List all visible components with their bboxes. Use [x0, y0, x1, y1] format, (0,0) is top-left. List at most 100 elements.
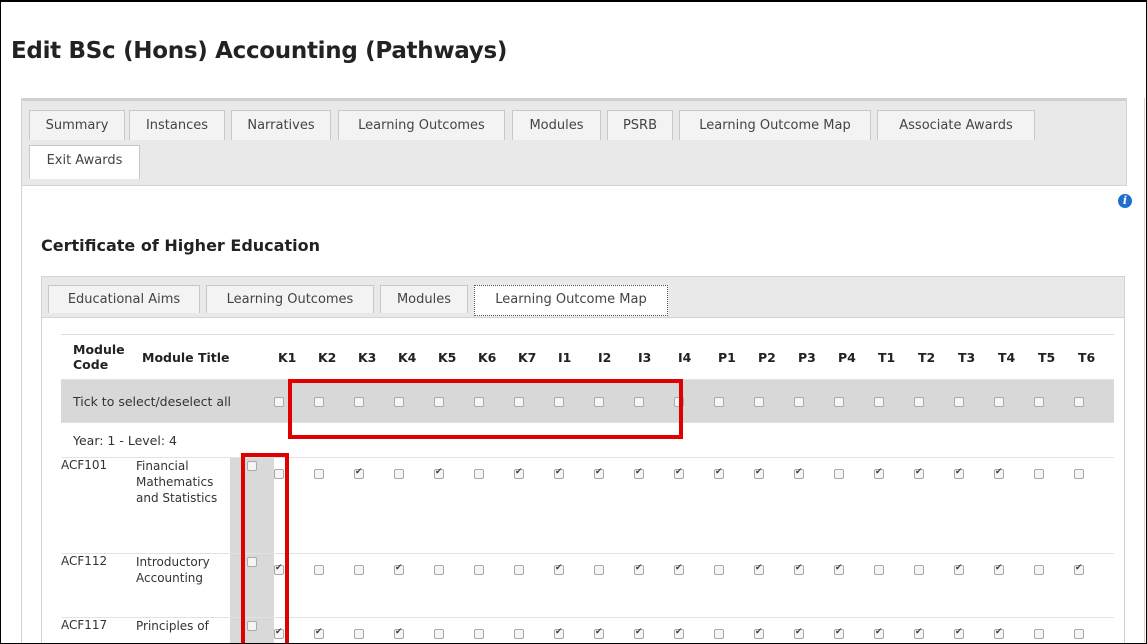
outcome-checkbox-k6[interactable]	[474, 629, 484, 639]
outcome-checkbox-t6[interactable]	[1074, 565, 1084, 575]
select-all-checkbox-p3[interactable]	[794, 397, 804, 407]
outcome-checkbox-i4[interactable]	[674, 629, 684, 639]
outcome-checkbox-p2[interactable]	[754, 629, 764, 639]
select-all-checkbox-p4[interactable]	[834, 397, 844, 407]
select-all-checkbox-p2[interactable]	[754, 397, 764, 407]
inner-tab-learning-outcomes[interactable]: Learning Outcomes	[206, 285, 374, 313]
outcome-checkbox-p1[interactable]	[714, 469, 724, 479]
outcome-checkbox-p4[interactable]	[834, 629, 844, 639]
select-all-checkbox-k7[interactable]	[514, 397, 524, 407]
tab-exit-awards[interactable]: Exit Awards	[29, 145, 140, 179]
row-select-checkbox[interactable]	[247, 621, 257, 631]
outcome-checkbox-k5[interactable]	[434, 565, 444, 575]
outcome-checkbox-i3[interactable]	[634, 469, 644, 479]
outcome-checkbox-t5[interactable]	[1034, 565, 1044, 575]
outcome-checkbox-k4[interactable]	[394, 565, 404, 575]
outcome-checkbox-k1[interactable]	[274, 565, 284, 575]
outcome-checkbox-k2[interactable]	[314, 469, 324, 479]
outcome-checkbox-k7[interactable]	[514, 565, 524, 575]
outcome-checkbox-k7[interactable]	[514, 469, 524, 479]
outcome-checkbox-k4[interactable]	[394, 469, 404, 479]
tab-learning-outcome-map[interactable]: Learning Outcome Map	[679, 110, 871, 140]
outcome-checkbox-i2[interactable]	[594, 565, 604, 575]
outcome-checkbox-t4[interactable]	[994, 469, 1004, 479]
info-icon[interactable]: i	[1118, 194, 1132, 208]
select-all-checkbox-k1[interactable]	[274, 397, 284, 407]
outcome-checkbox-k6[interactable]	[474, 565, 484, 575]
row-select-checkbox[interactable]	[247, 557, 257, 567]
outcome-checkbox-i4[interactable]	[674, 565, 684, 575]
outcome-checkbox-k3[interactable]	[354, 469, 364, 479]
select-all-checkbox-t1[interactable]	[874, 397, 884, 407]
select-all-checkbox-k6[interactable]	[474, 397, 484, 407]
outcome-checkbox-k5[interactable]	[434, 469, 444, 479]
outcome-checkbox-p3[interactable]	[794, 565, 804, 575]
select-all-checkbox-k4[interactable]	[394, 397, 404, 407]
inner-tab-educational-aims[interactable]: Educational Aims	[48, 285, 200, 313]
tab-instances[interactable]: Instances	[129, 110, 225, 140]
outcome-checkbox-k5[interactable]	[434, 629, 444, 639]
outcome-checkbox-i3[interactable]	[634, 629, 644, 639]
select-all-checkbox-k3[interactable]	[354, 397, 364, 407]
outcome-checkbox-k2[interactable]	[314, 629, 324, 639]
row-select-checkbox[interactable]	[247, 461, 257, 471]
outcome-checkbox-k3[interactable]	[354, 629, 364, 639]
outcome-checkbox-k3[interactable]	[354, 565, 364, 575]
select-all-checkbox-t4[interactable]	[994, 397, 1004, 407]
outcome-checkbox-t4[interactable]	[994, 565, 1004, 575]
select-all-checkbox-i1[interactable]	[554, 397, 564, 407]
tab-narratives[interactable]: Narratives	[231, 110, 331, 140]
outcome-checkbox-t5[interactable]	[1034, 469, 1044, 479]
outcome-checkbox-t2[interactable]	[914, 629, 924, 639]
inner-tab-modules[interactable]: Modules	[380, 285, 468, 313]
tab-modules[interactable]: Modules	[512, 110, 601, 140]
outcome-checkbox-p2[interactable]	[754, 469, 764, 479]
outcome-checkbox-t1[interactable]	[874, 629, 884, 639]
select-all-checkbox-t3[interactable]	[954, 397, 964, 407]
outcome-checkbox-t1[interactable]	[874, 469, 884, 479]
tab-summary[interactable]: Summary	[29, 110, 125, 140]
outcome-checkbox-p1[interactable]	[714, 629, 724, 639]
outcome-checkbox-i1[interactable]	[554, 629, 564, 639]
outcome-checkbox-p3[interactable]	[794, 469, 804, 479]
select-all-checkbox-t5[interactable]	[1034, 397, 1044, 407]
outcome-checkbox-t6[interactable]	[1074, 629, 1084, 639]
outcome-checkbox-t2[interactable]	[914, 469, 924, 479]
outcome-checkbox-k1[interactable]	[274, 629, 284, 639]
outcome-checkbox-i2[interactable]	[594, 629, 604, 639]
outcome-checkbox-t1[interactable]	[874, 565, 884, 575]
outcome-checkbox-p3[interactable]	[794, 629, 804, 639]
tab-learning-outcomes[interactable]: Learning Outcomes	[338, 110, 505, 140]
outcome-checkbox-k2[interactable]	[314, 565, 324, 575]
outcome-checkbox-i2[interactable]	[594, 469, 604, 479]
select-all-checkbox-t6[interactable]	[1074, 397, 1084, 407]
select-all-checkbox-i2[interactable]	[594, 397, 604, 407]
outcome-checkbox-k1[interactable]	[274, 469, 284, 479]
outcome-checkbox-p1[interactable]	[714, 565, 724, 575]
outcome-checkbox-t4[interactable]	[994, 629, 1004, 639]
outcome-checkbox-t3[interactable]	[954, 565, 964, 575]
outcome-checkbox-k4[interactable]	[394, 629, 404, 639]
outcome-checkbox-i1[interactable]	[554, 565, 564, 575]
outcome-checkbox-p2[interactable]	[754, 565, 764, 575]
outcome-checkbox-t5[interactable]	[1034, 629, 1044, 639]
select-all-checkbox-p1[interactable]	[714, 397, 724, 407]
outcome-checkbox-i4[interactable]	[674, 469, 684, 479]
outcome-checkbox-t3[interactable]	[954, 629, 964, 639]
select-all-checkbox-k5[interactable]	[434, 397, 444, 407]
outcome-checkbox-i1[interactable]	[554, 469, 564, 479]
inner-tab-learning-outcome-map[interactable]: Learning Outcome Map	[474, 285, 668, 316]
tab-psrb[interactable]: PSRB	[607, 110, 673, 140]
tab-associate-awards[interactable]: Associate Awards	[877, 110, 1035, 140]
select-all-checkbox-k2[interactable]	[314, 397, 324, 407]
outcome-checkbox-t3[interactable]	[954, 469, 964, 479]
outcome-checkbox-p4[interactable]	[834, 565, 844, 575]
select-all-checkbox-t2[interactable]	[914, 397, 924, 407]
select-all-checkbox-i3[interactable]	[634, 397, 644, 407]
select-all-checkbox-i4[interactable]	[674, 397, 684, 407]
outcome-checkbox-t2[interactable]	[914, 565, 924, 575]
outcome-checkbox-k7[interactable]	[514, 629, 524, 639]
outcome-checkbox-i3[interactable]	[634, 565, 644, 575]
outcome-checkbox-p4[interactable]	[834, 469, 844, 479]
outcome-checkbox-t6[interactable]	[1074, 469, 1084, 479]
